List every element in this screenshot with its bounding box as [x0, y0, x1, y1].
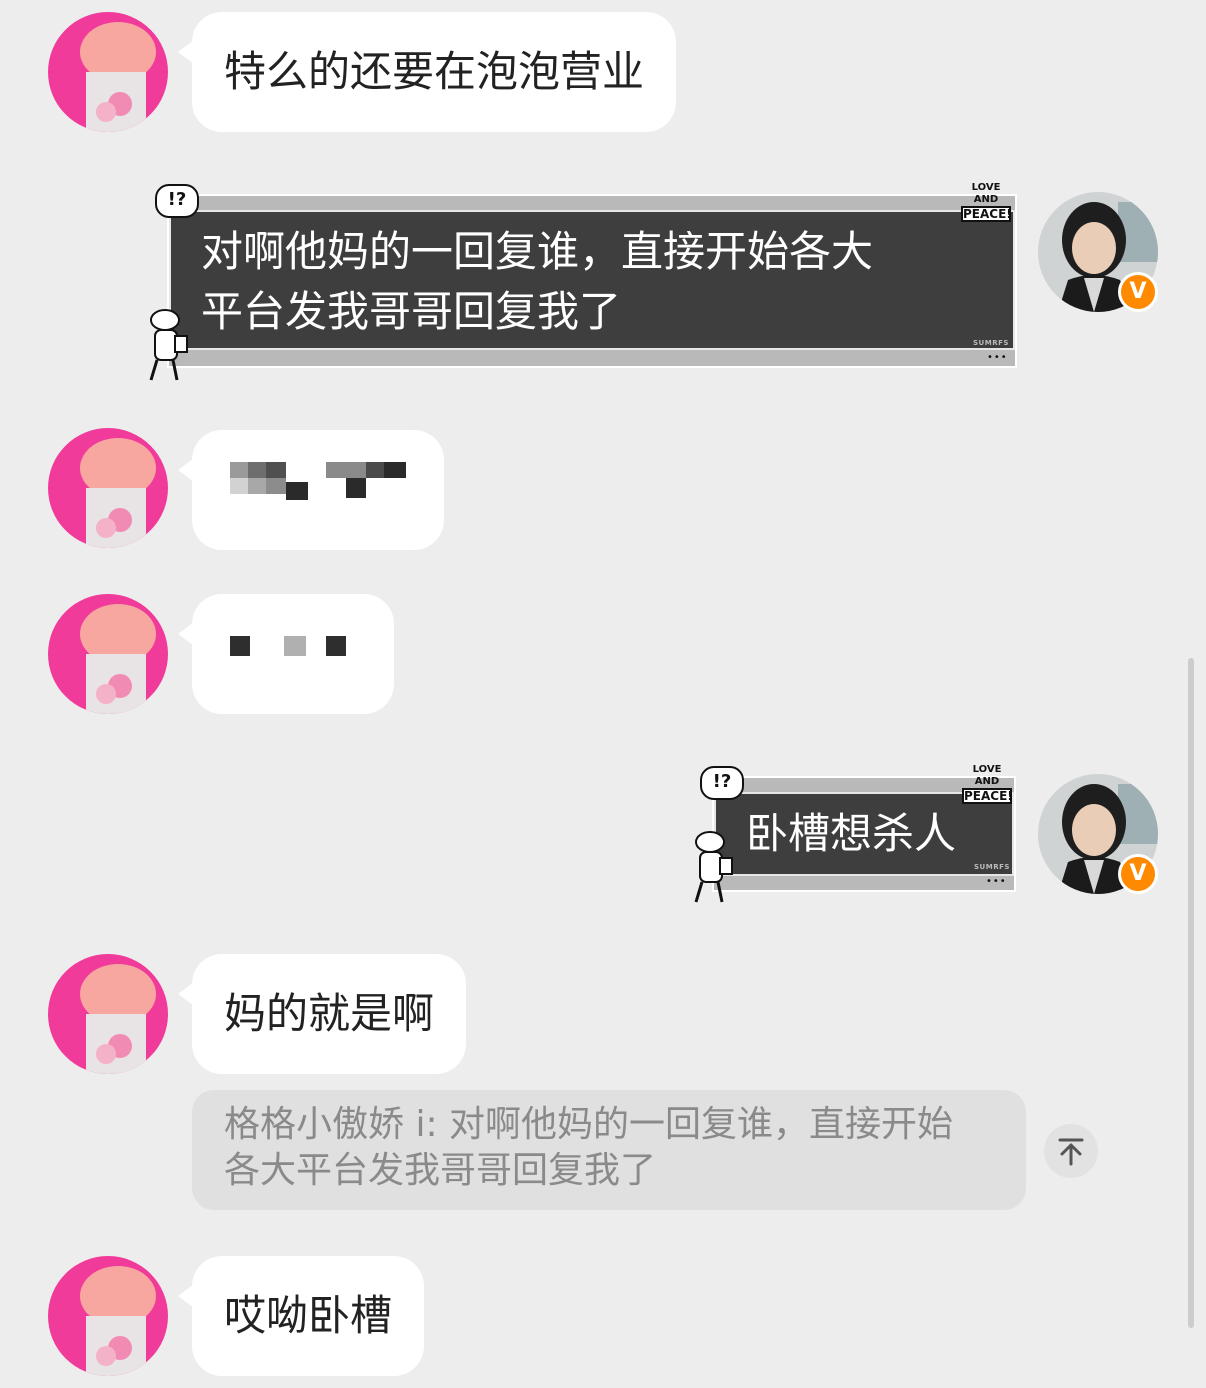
scroll-to-top-button[interactable] [1044, 1124, 1098, 1178]
styled-message-bubble[interactable]: 卧槽想杀人 !? LOVE AND PEACE! SUMRFS ••• [690, 762, 1026, 912]
avatar-left[interactable] [48, 954, 168, 1074]
message-text: 哎呦卧槽 [224, 1291, 393, 1340]
message-text: 特么的还要在泡泡营业 [224, 47, 645, 96]
cartoon-figure-icon [149, 309, 188, 381]
avatar-left[interactable] [48, 594, 168, 714]
bubble-body: 对啊他妈的一回复谁，直接开始各大 平台发我哥哥回复我了 [169, 210, 1015, 350]
message-line: 平台发我哥哥回复我了 [201, 287, 622, 336]
avatar-left[interactable] [48, 12, 168, 132]
cartoon-figure-icon [694, 831, 733, 903]
more-dots-icon: ••• [987, 352, 1008, 363]
message-text: 妈的就是啊 [224, 989, 435, 1038]
bubble-body: 卧槽想杀人 [714, 792, 1014, 876]
verified-badge-icon: V [1118, 272, 1158, 312]
avatar-left[interactable] [48, 1256, 168, 1376]
sticker-text: PEACE! [962, 788, 1013, 804]
exclaim-question-sticker-icon: !? [700, 766, 744, 800]
love-and-peace-sticker-icon: LOVE AND PEACE! [961, 182, 1012, 222]
quote-line: 各大平台发我哥哥回复我了 [224, 1150, 657, 1191]
mosaic-censor-icon [230, 636, 346, 656]
quote-line: 格格小傲娇 i: 对啊他妈的一回复谁，直接开始 [224, 1104, 954, 1145]
exclaim-question-sticker-icon: !? [155, 184, 199, 218]
sticker-text: LOVE AND [971, 182, 1001, 205]
quoted-reply[interactable]: 格格小傲娇 i: 对啊他妈的一回复谁，直接开始 各大平台发我哥哥回复我了 [192, 1090, 1026, 1210]
signature-label: SUMRFS [974, 863, 1010, 871]
verified-badge-icon: V [1118, 854, 1158, 894]
message-line: 卧槽想杀人 [746, 809, 957, 858]
message-bubble[interactable]: 哎呦卧槽 [177, 1256, 425, 1376]
message-bubble[interactable]: 特么的还要在泡泡营业 [177, 12, 677, 132]
arrow-up-to-top-icon [1058, 1138, 1084, 1166]
styled-message-bubble[interactable]: 对啊他妈的一回复谁，直接开始各大 平台发我哥哥回复我了 !? LOVE AND … [145, 180, 1025, 390]
avatar-left[interactable] [48, 428, 168, 548]
love-and-peace-sticker-icon: LOVE AND PEACE! [962, 764, 1013, 804]
censored-message-bubble[interactable] [178, 594, 394, 714]
mosaic-censor-icon [230, 462, 406, 500]
signature-label: SUMRFS [973, 339, 1009, 347]
sticker-text: PEACE! [961, 206, 1012, 222]
message-line: 对啊他妈的一回复谁，直接开始各大 [201, 227, 874, 276]
sticker-text: LOVE AND [972, 764, 1002, 787]
censored-message-bubble[interactable] [178, 430, 444, 550]
message-bubble[interactable]: 妈的就是啊 [177, 954, 467, 1074]
more-dots-icon: ••• [986, 876, 1007, 887]
scrollbar[interactable] [1188, 658, 1194, 1328]
